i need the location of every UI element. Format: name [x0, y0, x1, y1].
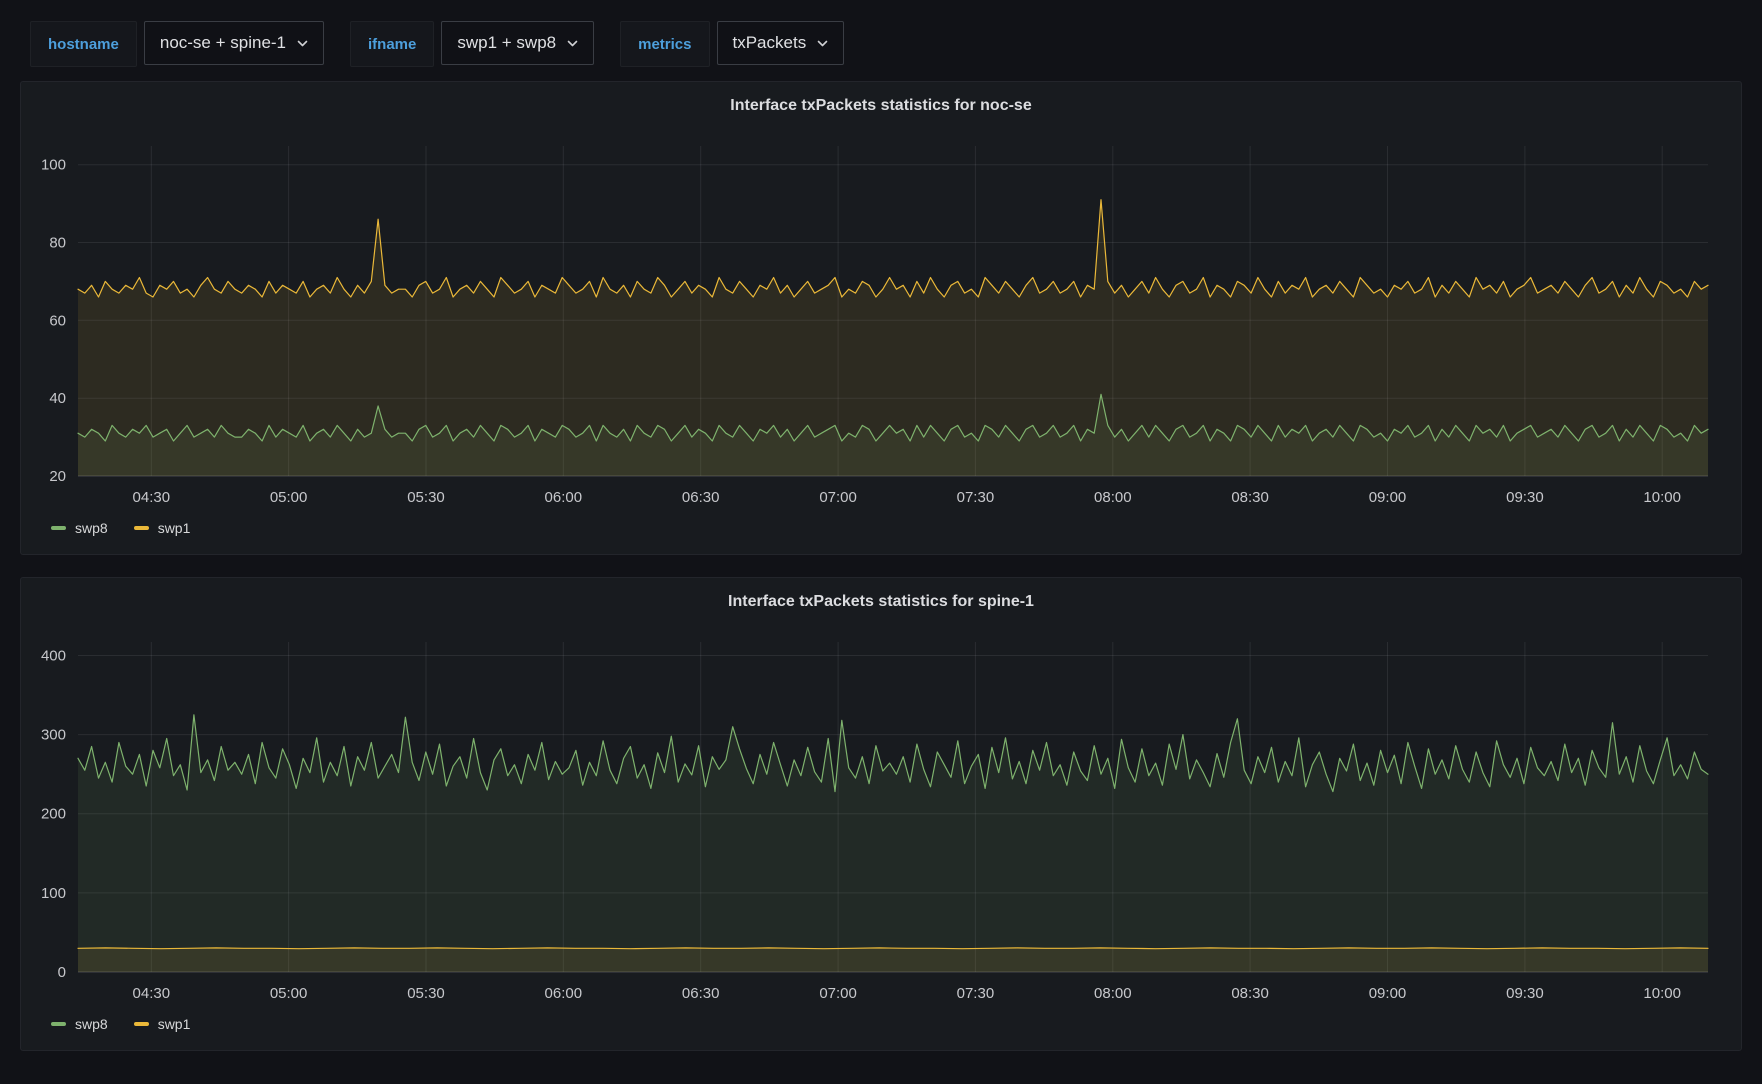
legend-label-swp1: swp1: [158, 1016, 191, 1032]
svg-text:20: 20: [49, 468, 66, 485]
series-swatch-swp8: [51, 526, 66, 530]
grafana-dashboard: hostname noc-se + spine-1 ifname swp1 + …: [0, 0, 1762, 1051]
svg-text:0: 0: [58, 964, 66, 981]
svg-text:09:00: 09:00: [1369, 985, 1407, 1002]
variable-metrics: metrics txPackets: [620, 21, 844, 67]
svg-text:05:00: 05:00: [270, 985, 308, 1002]
legend-item-swp8[interactable]: swp8: [51, 520, 108, 536]
variables-bar: hostname noc-se + spine-1 ifname swp1 + …: [0, 0, 1762, 81]
series-swatch-swp8: [51, 1022, 66, 1026]
svg-text:07:00: 07:00: [819, 985, 857, 1002]
svg-text:07:00: 07:00: [819, 489, 857, 506]
chevron-down-icon: [297, 40, 308, 48]
svg-text:04:30: 04:30: [133, 985, 171, 1002]
legend-noc-se: swp8 swp1: [21, 514, 1741, 550]
svg-text:60: 60: [49, 312, 66, 329]
svg-text:300: 300: [41, 727, 66, 744]
variable-ifname: ifname swp1 + swp8: [350, 21, 594, 67]
legend-label-swp8: swp8: [75, 1016, 108, 1032]
chevron-down-icon: [817, 40, 828, 48]
svg-text:09:30: 09:30: [1506, 489, 1544, 506]
variable-ifname-label: ifname: [350, 21, 434, 67]
legend-item-swp1[interactable]: swp1: [134, 520, 191, 536]
variable-hostname-label: hostname: [30, 21, 137, 67]
series-swatch-swp1: [134, 1022, 149, 1026]
panel-spine-1: Interface txPackets statistics for spine…: [20, 577, 1742, 1051]
timeseries-chart-noc-se[interactable]: 20 40 60 80 100 04:30 05:00 05:30 06:00 06:30 07:0…: [21, 130, 1735, 514]
panel-title-spine-1[interactable]: Interface txPackets statistics for spine…: [21, 578, 1741, 626]
svg-text:06:30: 06:30: [682, 985, 720, 1002]
svg-text:09:30: 09:30: [1506, 985, 1544, 1002]
variable-metrics-select[interactable]: txPackets: [717, 21, 845, 65]
svg-text:08:00: 08:00: [1094, 985, 1132, 1002]
svg-text:06:00: 06:00: [545, 489, 583, 506]
svg-text:10:00: 10:00: [1643, 985, 1681, 1002]
variable-metrics-label: metrics: [620, 21, 709, 67]
variable-metrics-value: txPackets: [733, 33, 807, 53]
svg-text:07:30: 07:30: [957, 489, 995, 506]
panel-noc-se: Interface txPackets statistics for noc-s…: [20, 81, 1742, 555]
svg-text:04:30: 04:30: [133, 489, 171, 506]
svg-text:05:00: 05:00: [270, 489, 308, 506]
svg-text:40: 40: [49, 390, 66, 407]
svg-text:100: 100: [41, 885, 66, 902]
variable-ifname-select[interactable]: swp1 + swp8: [441, 21, 594, 65]
svg-text:400: 400: [41, 648, 66, 665]
svg-text:07:30: 07:30: [957, 985, 995, 1002]
timeseries-chart-spine-1[interactable]: 0 100 200 300 400 04:30 05:00 05:30 06:00 06:30 07…: [21, 626, 1735, 1010]
variable-hostname: hostname noc-se + spine-1: [30, 21, 324, 67]
legend-item-swp8[interactable]: swp8: [51, 1016, 108, 1032]
legend-label-swp8: swp8: [75, 520, 108, 536]
variable-hostname-select[interactable]: noc-se + spine-1: [144, 21, 324, 65]
svg-text:80: 80: [49, 235, 66, 252]
panel-title-noc-se[interactable]: Interface txPackets statistics for noc-s…: [21, 82, 1741, 130]
variable-hostname-value: noc-se + spine-1: [160, 33, 286, 53]
svg-text:05:30: 05:30: [407, 489, 445, 506]
svg-text:05:30: 05:30: [407, 985, 445, 1002]
svg-text:08:30: 08:30: [1231, 489, 1269, 506]
svg-text:100: 100: [41, 157, 66, 174]
series-swatch-swp1: [134, 526, 149, 530]
legend-spine-1: swp8 swp1: [21, 1010, 1741, 1046]
svg-text:200: 200: [41, 806, 66, 823]
svg-text:10:00: 10:00: [1643, 489, 1681, 506]
svg-text:06:00: 06:00: [545, 985, 583, 1002]
svg-text:06:30: 06:30: [682, 489, 720, 506]
legend-label-swp1: swp1: [158, 520, 191, 536]
chevron-down-icon: [567, 40, 578, 48]
legend-item-swp1[interactable]: swp1: [134, 1016, 191, 1032]
svg-text:09:00: 09:00: [1369, 489, 1407, 506]
svg-text:08:00: 08:00: [1094, 489, 1132, 506]
svg-text:08:30: 08:30: [1231, 985, 1269, 1002]
variable-ifname-value: swp1 + swp8: [457, 33, 556, 53]
